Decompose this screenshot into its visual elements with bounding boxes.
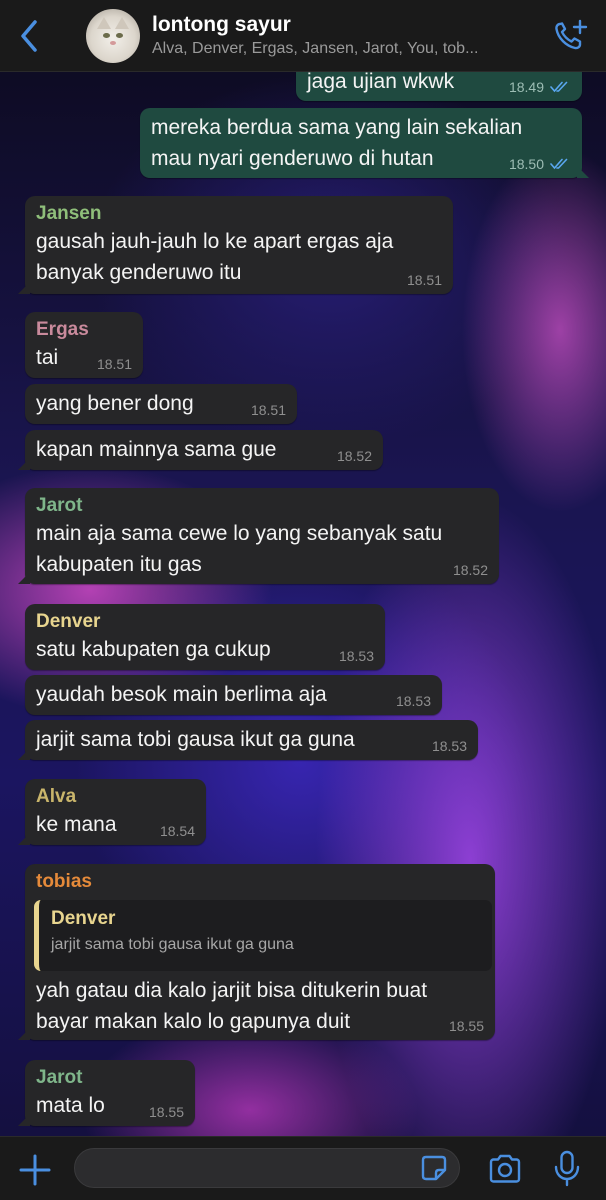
plus-icon	[19, 1154, 51, 1186]
mic-icon	[554, 1150, 580, 1187]
chat-title: lontong sayur	[152, 12, 291, 36]
message-list: jaga ujian wkwk 18.49 mereka berdua sama…	[0, 0, 606, 1200]
add-call-button[interactable]	[536, 0, 606, 72]
message-bubble-outgoing[interactable]: mereka berdua sama yang lain sekalian ma…	[140, 108, 589, 178]
message-text: jarjit sama tobi gausa ikut ga guna	[36, 728, 355, 751]
chat-members: Alva, Denver, Ergas, Jansen, Jarot, You,…	[152, 39, 479, 57]
add-call-icon	[555, 19, 588, 49]
message-bubble-incoming[interactable]: yaudah besok main berlima aja 18.53	[25, 675, 442, 715]
message-time: 18.50	[508, 156, 544, 172]
message-time: 18.53	[431, 738, 467, 754]
camera-button[interactable]	[487, 1153, 523, 1185]
message-bubble-incoming[interactable]: Alva ke mana 18.54	[18, 779, 206, 845]
message-input[interactable]	[74, 1148, 460, 1188]
message-text-line: bayar makan kalo lo gapunya duit	[36, 1010, 351, 1033]
message-bubble-incoming[interactable]: yang bener dong 18.51	[25, 384, 297, 424]
message-time: 18.49	[508, 79, 544, 95]
sender-name: Denver	[36, 611, 101, 632]
back-button[interactable]	[0, 0, 58, 72]
message-text: yang bener dong	[36, 392, 194, 415]
chat-header: lontong sayur Alva, Denver, Ergas, Janse…	[0, 0, 606, 72]
sender-name: Jarot	[36, 1067, 83, 1088]
attach-button[interactable]	[16, 1151, 54, 1189]
message-bubble-incoming[interactable]: kapan mainnya sama gue 18.52	[18, 430, 383, 470]
message-time: 18.55	[448, 1018, 484, 1034]
message-time: 18.53	[338, 648, 374, 664]
message-bubble-incoming[interactable]: tobias Denver jarjit sama tobi gausa iku…	[18, 864, 495, 1040]
message-text-line: gausah jauh-jauh lo ke apart ergas aja	[36, 230, 394, 253]
group-avatar[interactable]	[86, 8, 140, 63]
quote-text: jarjit sama tobi gausa ikut ga guna	[51, 936, 294, 953]
message-time: 18.52	[336, 448, 372, 464]
message-time: 18.54	[159, 823, 195, 839]
message-time: 18.51	[96, 356, 132, 372]
message-bubble-incoming[interactable]: Jarot main aja sama cewe lo yang sebanya…	[18, 488, 499, 584]
read-ticks-icon	[550, 158, 568, 170]
message-text-line: main aja sama cewe lo yang sebanyak satu	[36, 522, 443, 545]
sender-name: Jarot	[36, 495, 83, 516]
sticker-button[interactable]	[420, 1154, 448, 1182]
message-time: 18.53	[395, 693, 431, 709]
sticker-icon	[421, 1155, 447, 1181]
message-text: kapan mainnya sama gue	[36, 438, 277, 461]
message-time: 18.55	[148, 1104, 184, 1120]
message-text-line: banyak genderuwo itu	[36, 261, 242, 284]
chat-info[interactable]: lontong sayur Alva, Denver, Ergas, Janse…	[152, 12, 536, 60]
message-bubble-incoming[interactable]: Jarot mata lo 18.55	[18, 1060, 195, 1126]
camera-icon	[489, 1154, 521, 1183]
message-text-line: mereka berdua sama yang lain sekalian	[151, 116, 523, 139]
message-bubble-incoming[interactable]: Denver satu kabupaten ga cukup 18.53	[25, 604, 385, 670]
back-chevron-icon	[21, 19, 37, 52]
read-ticks-icon	[550, 81, 568, 93]
message-time: 18.52	[452, 562, 488, 578]
sender-name: Alva	[36, 786, 77, 807]
sender-name: Ergas	[36, 319, 89, 340]
message-text-line: kabupaten itu gas	[36, 553, 202, 576]
message-bubble-incoming[interactable]: Ergas tai 18.51	[25, 312, 143, 378]
reply-quote[interactable]: Denver jarjit sama tobi gausa ikut ga gu…	[34, 900, 492, 971]
message-time: 18.51	[250, 402, 286, 418]
message-bubble-incoming[interactable]: jarjit sama tobi gausa ikut ga guna 18.5…	[18, 720, 478, 760]
mic-button[interactable]	[553, 1150, 581, 1188]
message-text: satu kabupaten ga cukup	[36, 638, 271, 661]
message-bubble-incoming[interactable]: Jansen gausah jauh-jauh lo ke apart erga…	[18, 196, 453, 294]
quote-sender: Denver	[51, 908, 116, 929]
composer-bar	[0, 1136, 606, 1200]
sender-name: tobias	[36, 871, 92, 892]
sender-name: Jansen	[36, 203, 102, 224]
message-text: yaudah besok main berlima aja	[36, 683, 327, 706]
message-time: 18.51	[406, 272, 442, 288]
